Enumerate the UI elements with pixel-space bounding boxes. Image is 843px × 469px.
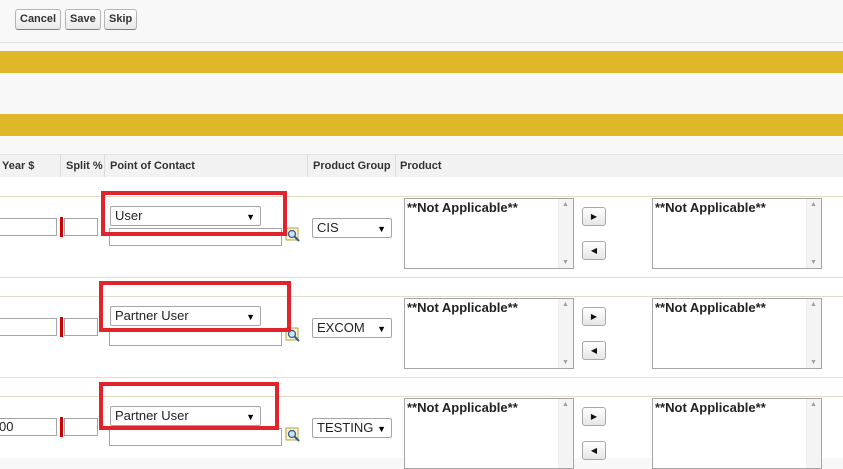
arrow-right-icon: ▶ — [590, 212, 598, 221]
scroll-up-icon[interactable]: ▲ — [810, 401, 817, 408]
year-amount-input[interactable] — [0, 318, 57, 336]
contact-lookup-input[interactable] — [109, 428, 282, 446]
split-percent-input[interactable] — [64, 418, 98, 436]
scroll-down-icon[interactable]: ▼ — [810, 259, 817, 266]
section-header-bar — [0, 114, 843, 136]
scroll-up-icon[interactable]: ▲ — [562, 201, 569, 208]
highlight-box — [101, 191, 287, 236]
available-products-list[interactable]: **Not Applicable** ▲ ▼ — [404, 198, 574, 269]
list-item[interactable]: **Not Applicable** — [407, 300, 518, 315]
list-item[interactable]: **Not Applicable** — [655, 400, 766, 415]
scroll-up-icon[interactable]: ▲ — [562, 401, 569, 408]
chevron-down-icon: ▼ — [377, 424, 386, 434]
table-header-row: Year $ Split % Point of Contact Product … — [0, 154, 843, 178]
toolbar-divider — [0, 42, 843, 43]
scroll-down-icon[interactable]: ▼ — [562, 259, 569, 266]
save-button[interactable]: Save — [65, 9, 101, 30]
split-percent-input[interactable] — [64, 318, 98, 336]
column-header-year: Year $ — [2, 160, 35, 172]
selected-products-list[interactable]: **Not Applicable** ▲ ▼ — [652, 298, 822, 369]
arrow-right-icon: ▶ — [590, 412, 598, 421]
arrow-left-icon: ◀ — [590, 246, 598, 255]
scrollbar[interactable]: ▲ ▼ — [558, 299, 573, 368]
highlight-box — [99, 382, 279, 430]
remove-product-button[interactable]: ◀ — [582, 441, 606, 460]
product-group-select[interactable]: TESTING ▼ — [312, 418, 392, 438]
add-product-button[interactable]: ▶ — [582, 207, 606, 226]
add-product-button[interactable]: ▶ — [582, 307, 606, 326]
product-group-value: CIS — [317, 220, 339, 235]
skip-button[interactable]: Skip — [104, 9, 138, 30]
chevron-down-icon: ▼ — [377, 324, 386, 334]
year-amount-input[interactable] — [0, 218, 57, 236]
scrollbar[interactable]: ▲ ▼ — [806, 299, 821, 368]
available-products-list[interactable]: **Not Applicable** ▲ ▼ — [404, 298, 574, 369]
scrollbar[interactable]: ▲ ▼ — [806, 199, 821, 268]
split-percent-input[interactable] — [64, 218, 98, 236]
column-divider — [60, 155, 61, 177]
column-header-product-group: Product Group — [313, 160, 391, 172]
list-item[interactable]: **Not Applicable** — [407, 400, 518, 415]
scroll-down-icon[interactable]: ▼ — [562, 359, 569, 366]
required-marker — [60, 417, 63, 437]
required-marker — [60, 217, 63, 237]
arrow-left-icon: ◀ — [590, 346, 598, 355]
add-product-button[interactable]: ▶ — [582, 407, 606, 426]
product-group-value: EXCOM — [317, 320, 365, 335]
highlight-box — [99, 281, 291, 332]
column-header-product: Product — [400, 160, 442, 172]
year-amount-input[interactable]: 00 — [0, 418, 57, 436]
lookup-icon[interactable] — [285, 427, 301, 443]
scroll-up-icon[interactable]: ▲ — [810, 301, 817, 308]
selected-products-list[interactable]: **Not Applicable** ▲ — [652, 398, 822, 469]
column-header-split: Split % — [66, 160, 103, 172]
section-header-bar — [0, 51, 843, 73]
remove-product-button[interactable]: ◀ — [582, 241, 606, 260]
lookup-icon[interactable] — [285, 227, 301, 243]
column-divider — [307, 155, 308, 177]
list-item[interactable]: **Not Applicable** — [407, 200, 518, 215]
available-products-list[interactable]: **Not Applicable** ▲ — [404, 398, 574, 469]
column-divider — [395, 155, 396, 177]
list-item[interactable]: **Not Applicable** — [655, 200, 766, 215]
product-group-value: TESTING — [317, 420, 374, 435]
arrow-right-icon: ▶ — [590, 312, 598, 321]
list-item[interactable]: **Not Applicable** — [655, 300, 766, 315]
remove-product-button[interactable]: ◀ — [582, 341, 606, 360]
scroll-up-icon[interactable]: ▲ — [810, 201, 817, 208]
selected-products-list[interactable]: **Not Applicable** ▲ ▼ — [652, 198, 822, 269]
product-group-select[interactable]: EXCOM ▼ — [312, 318, 392, 338]
scroll-down-icon[interactable]: ▼ — [810, 359, 817, 366]
cancel-button[interactable]: Cancel — [15, 9, 62, 30]
scrollbar[interactable]: ▲ ▼ — [558, 199, 573, 268]
column-divider — [104, 155, 105, 177]
product-group-select[interactable]: CIS ▼ — [312, 218, 392, 238]
required-marker — [60, 317, 63, 337]
chevron-down-icon: ▼ — [377, 224, 386, 234]
scroll-up-icon[interactable]: ▲ — [562, 301, 569, 308]
column-header-point-of-contact: Point of Contact — [110, 160, 195, 172]
arrow-left-icon: ◀ — [590, 446, 598, 455]
